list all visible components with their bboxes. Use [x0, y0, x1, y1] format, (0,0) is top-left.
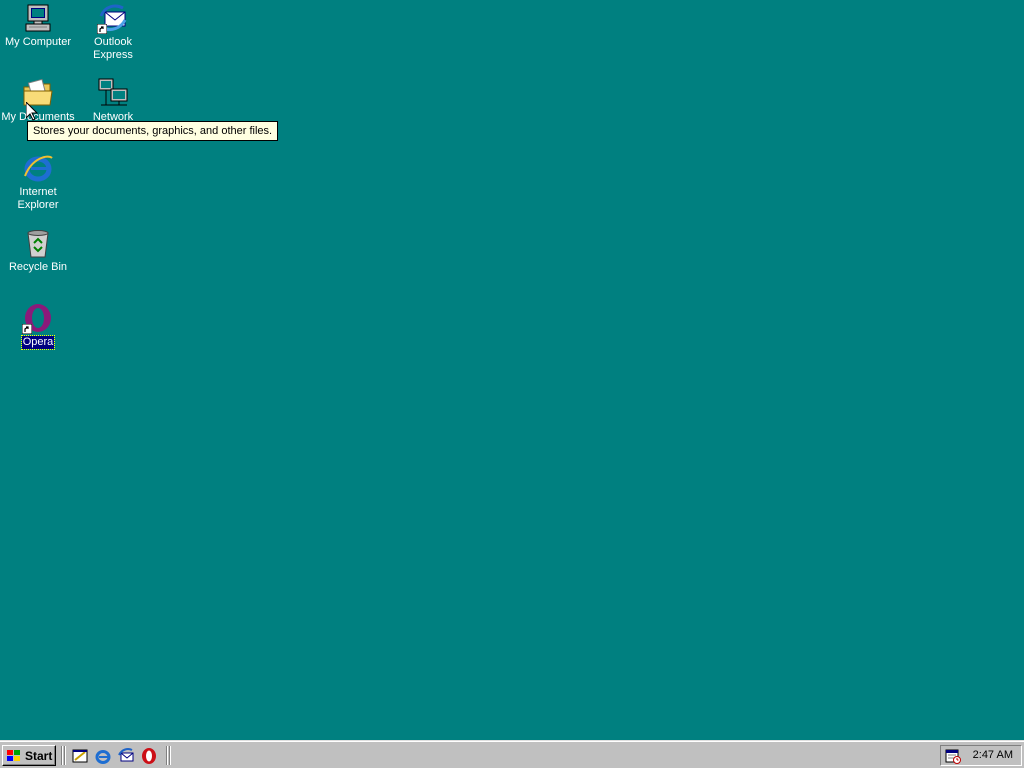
- desktop-icon-label: My Computer: [4, 36, 72, 48]
- taskbar-separator: [61, 746, 63, 765]
- desktop[interactable]: My Computer Outlook Express My Documents…: [0, 0, 1024, 740]
- taskbar-clock[interactable]: 2:47 AM: [973, 749, 1013, 761]
- network-neighborhood-icon: [97, 77, 129, 109]
- taskbar-separator: [64, 746, 66, 765]
- mouse-cursor-icon: [26, 102, 38, 121]
- system-tray: 2:47 AM: [940, 745, 1022, 766]
- taskbar-separator: [169, 746, 171, 765]
- desktop-icon-label: Internet Explorer: [17, 186, 59, 211]
- start-button[interactable]: Start: [2, 745, 56, 766]
- scheduler-icon[interactable]: [945, 748, 961, 764]
- desktop-icon-internet-explorer[interactable]: Internet Explorer: [0, 152, 76, 212]
- recycle-bin-icon: [22, 227, 54, 259]
- quick-launch-outlook-express[interactable]: [117, 747, 135, 765]
- desktop-icon-my-documents[interactable]: My Documents: [0, 77, 76, 124]
- show-desktop-icon: [72, 749, 88, 763]
- internet-explorer-icon: [22, 152, 54, 184]
- internet-explorer-icon: [95, 750, 111, 764]
- outlook-express-icon: [97, 2, 129, 34]
- quick-launch-show-desktop[interactable]: [71, 747, 89, 765]
- taskbar: Start 2:47 AM: [0, 740, 1024, 768]
- windows-logo-icon: [7, 749, 20, 761]
- opera-icon: [142, 748, 156, 764]
- desktop-icon-my-computer[interactable]: My Computer: [0, 2, 76, 49]
- start-label: Start: [25, 748, 53, 763]
- my-computer-icon: [22, 2, 54, 34]
- quick-launch-opera[interactable]: [140, 747, 158, 765]
- opera-icon: [22, 302, 54, 334]
- tooltip: Stores your documents, graphics, and oth…: [27, 121, 279, 141]
- desktop-icon-label: Opera: [20, 335, 56, 350]
- desktop-icon-label: Recycle Bin: [8, 261, 68, 273]
- desktop-icon-opera[interactable]: Opera: [0, 302, 76, 350]
- taskbar-separator: [166, 746, 168, 765]
- shortcut-arrow-icon: [97, 24, 107, 34]
- desktop-icon-recycle-bin[interactable]: Recycle Bin: [0, 227, 76, 274]
- shortcut-arrow-icon: [22, 324, 32, 334]
- desktop-icon-outlook-express[interactable]: Outlook Express: [75, 2, 151, 62]
- quick-launch-internet-explorer[interactable]: [94, 747, 112, 765]
- outlook-express-icon: [118, 748, 134, 762]
- desktop-icon-label: Outlook Express: [93, 36, 133, 61]
